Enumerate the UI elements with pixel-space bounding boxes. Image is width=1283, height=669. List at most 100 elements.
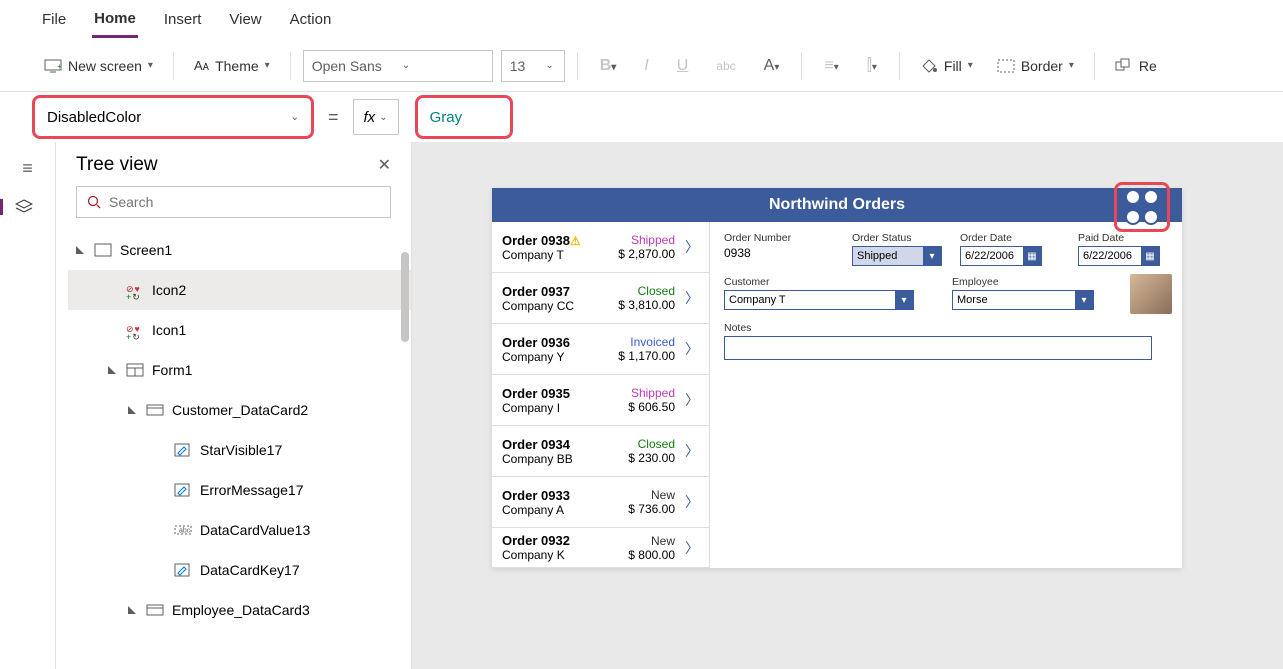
tree-search[interactable]	[76, 186, 391, 218]
close-icon[interactable]: ✕	[378, 155, 391, 175]
tree-item-label: Customer_DataCard2	[172, 402, 308, 418]
bold-button[interactable]: B▾	[590, 53, 627, 79]
order-amount: $ 3,810.00	[618, 298, 675, 312]
svg-text:+: +	[57, 62, 62, 71]
reorder-button[interactable]: Re	[1107, 54, 1165, 78]
chevron-right-icon: 〉	[685, 390, 699, 410]
scrollbar-thumb[interactable]	[401, 252, 409, 342]
tree-item-form1[interactable]: Form1	[68, 350, 411, 390]
fx-icon: fx	[364, 109, 376, 126]
chevron-down-icon: ⌄	[402, 60, 410, 71]
property-selector[interactable]: DisabledColor ⌄	[32, 95, 314, 139]
app-preview: Northwind Orders Order 0938⚠Company TShi…	[492, 188, 1182, 568]
tree-item-screen1[interactable]: Screen1	[68, 230, 411, 270]
tree-item-errormessage17[interactable]: ErrorMessage17	[68, 470, 411, 510]
order-row[interactable]: Order 0937Company CCClosed$ 3,810.00〉	[492, 273, 709, 324]
chevron-right-icon: 〉	[685, 237, 699, 257]
fill-button[interactable]: Fill ▾	[912, 54, 981, 78]
paid-date-picker[interactable]: 6/22/2006 ▦	[1078, 246, 1160, 266]
customer-dropdown[interactable]: Company T ▾	[724, 290, 914, 310]
chevron-down-icon: ▾	[968, 60, 973, 71]
order-status-dropdown[interactable]: Shipped ▾	[852, 246, 942, 266]
order-amount: $ 2,870.00	[618, 247, 675, 261]
order-status: Closed	[628, 437, 675, 451]
screen-icon	[94, 243, 112, 257]
theme-button[interactable]: Aᴀ Theme ▾	[186, 54, 278, 78]
fx-button[interactable]: fx ⌄	[353, 99, 399, 135]
order-id: Order 0936	[502, 335, 618, 350]
edit-icon	[174, 483, 192, 497]
label-order-date: Order Date	[960, 232, 1060, 244]
align-button[interactable]: ≡▾	[814, 53, 848, 79]
tree-item-starvisible17[interactable]: StarVisible17	[68, 430, 411, 470]
chevron-down-icon: ⌄	[545, 60, 553, 71]
font-selector[interactable]: Open Sans ⌄	[303, 50, 493, 82]
order-company: Company BB	[502, 452, 628, 466]
sync-icon-selection[interactable]	[1114, 182, 1170, 232]
calendar-icon: ▦	[1141, 247, 1159, 265]
order-amount: $ 606.50	[628, 400, 675, 414]
italic-button[interactable]: I	[634, 53, 658, 79]
order-row[interactable]: Order 0933Company ANew$ 736.00〉	[492, 477, 709, 528]
tree-view-panel: Tree view ✕ Screen1⊘♥+↻Icon2⊘♥+↻Icon1For…	[56, 142, 412, 669]
label-employee: Employee	[952, 276, 1094, 288]
valign-button[interactable]: ⫿▾	[857, 53, 887, 79]
order-company: Company K	[502, 548, 628, 562]
order-status: New	[628, 534, 675, 548]
strike-button[interactable]: abc	[706, 55, 745, 77]
formula-input[interactable]: Gray	[415, 95, 513, 139]
hamburger-icon[interactable]: ≡	[22, 158, 33, 179]
order-row[interactable]: Order 0934Company BBClosed$ 230.00〉	[492, 426, 709, 477]
layers-icon[interactable]	[0, 199, 40, 215]
order-row[interactable]: Order 0936Company YInvoiced$ 1,170.00〉	[492, 324, 709, 375]
new-screen-button[interactable]: + New screen ▾	[36, 54, 161, 78]
calendar-icon: ▦	[1023, 247, 1041, 265]
menu-file[interactable]: File	[40, 3, 68, 36]
order-row[interactable]: Order 0938⚠Company TShipped$ 2,870.00〉	[492, 222, 709, 273]
chevron-down-icon: ▾	[148, 60, 153, 71]
reorder-icon	[1115, 58, 1133, 74]
order-row[interactable]: Order 0932Company KNew$ 800.00〉	[492, 528, 709, 568]
order-id: Order 0937	[502, 284, 618, 299]
label-paid-date: Paid Date	[1078, 232, 1168, 244]
underline-button[interactable]: U	[667, 53, 699, 79]
tree-item-icon1[interactable]: ⊘♥+↻Icon1	[68, 310, 411, 350]
tree-item-label: StarVisible17	[200, 442, 282, 458]
menu-action[interactable]: Action	[288, 3, 334, 36]
equals-sign: =	[328, 107, 339, 128]
font-color-button[interactable]: A▾	[754, 53, 790, 79]
tri-icon: ⊘♥+↻	[126, 319, 144, 341]
tree-item-label: Icon2	[152, 282, 186, 298]
order-status: Shipped	[628, 386, 675, 400]
app-title: Northwind Orders	[492, 188, 1182, 222]
value-order-number: 0938	[724, 246, 834, 260]
order-company: Company I	[502, 401, 628, 415]
order-company: Company T	[502, 248, 618, 262]
order-amount: $ 230.00	[628, 451, 675, 465]
border-button[interactable]: Border ▾	[989, 54, 1082, 78]
chevron-right-icon: 〉	[685, 492, 699, 512]
search-input[interactable]	[109, 194, 380, 210]
menu-insert[interactable]: Insert	[162, 3, 204, 36]
employee-dropdown[interactable]: Morse ▾	[952, 290, 1094, 310]
order-date-picker[interactable]: 6/22/2006 ▦	[960, 246, 1042, 266]
tree-item-datacardkey17[interactable]: DataCardKey17	[68, 550, 411, 590]
tree-item-employee_datacard3[interactable]: Employee_DataCard3	[68, 590, 411, 630]
chevron-down-icon: ⌄	[291, 112, 299, 123]
order-id: Order 0935	[502, 386, 628, 401]
chevron-right-icon: 〉	[685, 288, 699, 308]
tree-item-datacardvalue13[interactable]: abcDataCardValue13	[68, 510, 411, 550]
order-row[interactable]: Order 0935Company IShipped$ 606.50 〉	[492, 375, 709, 426]
expand-icon	[128, 606, 138, 614]
border-icon	[997, 59, 1015, 73]
main-area: ≡ Tree view ✕ Screen1⊘♥+↻Icon2⊘♥+↻Icon1F…	[0, 142, 1283, 669]
menu-home[interactable]: Home	[92, 2, 138, 38]
menu-view[interactable]: View	[227, 3, 263, 36]
tree-item-icon2[interactable]: ⊘♥+↻Icon2	[68, 270, 411, 310]
label-notes: Notes	[724, 322, 1168, 334]
notes-input[interactable]	[724, 336, 1152, 360]
chevron-down-icon: ▾	[1075, 291, 1093, 309]
font-size-selector[interactable]: 13 ⌄	[501, 50, 565, 82]
chevron-down-icon: ⌄	[379, 112, 387, 123]
tree-item-customer_datacard2[interactable]: Customer_DataCard2	[68, 390, 411, 430]
